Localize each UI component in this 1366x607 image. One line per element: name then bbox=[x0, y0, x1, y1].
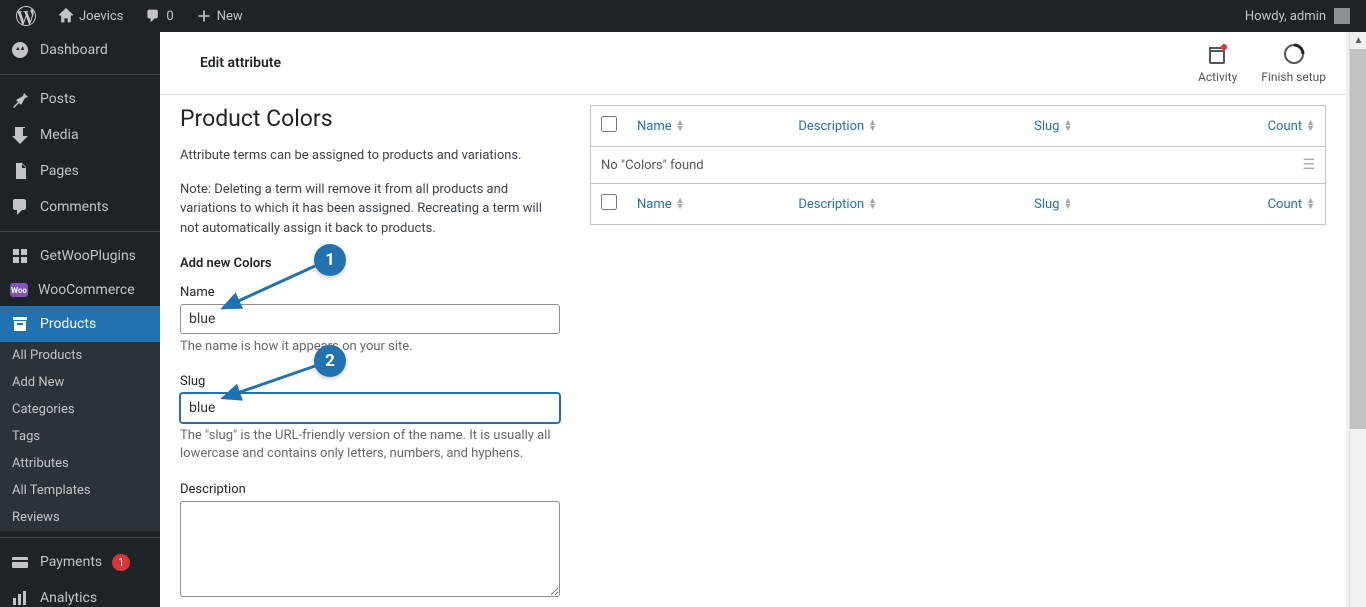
admin-bar: Joevics 0 New Howdy, admin bbox=[0, 0, 1366, 32]
site-name: Joevics bbox=[79, 9, 123, 24]
slug-help: The "slug" is the URL-friendly version o… bbox=[180, 427, 560, 463]
grid-icon bbox=[10, 246, 30, 266]
sidebar-item-analytics[interactable]: Analytics bbox=[0, 580, 160, 607]
admin-bar-account[interactable]: Howdy, admin bbox=[1245, 8, 1358, 24]
sidebar-item-woocommerce[interactable]: Woo WooCommerce bbox=[0, 274, 160, 306]
archive-icon bbox=[10, 314, 30, 334]
new-link[interactable]: New bbox=[188, 0, 251, 32]
main-content: Edit attribute Activity Finish setup Pro… bbox=[160, 32, 1346, 607]
new-label: New bbox=[217, 9, 243, 24]
products-submenu: All Products Add New Categories Tags Att… bbox=[0, 342, 160, 531]
add-new-title: Add new Colors bbox=[180, 256, 560, 271]
sidebar-label: WooCommerce bbox=[38, 282, 135, 298]
name-input[interactable] bbox=[180, 304, 560, 334]
callout-2: 2 bbox=[314, 345, 346, 377]
sidebar-label: Dashboard bbox=[40, 42, 108, 58]
site-link[interactable]: Joevics bbox=[50, 0, 131, 32]
select-all-top[interactable] bbox=[601, 116, 617, 132]
dashboard-icon bbox=[10, 40, 30, 60]
sub-add-new[interactable]: Add New bbox=[0, 369, 160, 396]
sidebar-label: Posts bbox=[40, 91, 76, 107]
chart-icon bbox=[10, 588, 30, 607]
scrollbar[interactable]: ▲ bbox=[1349, 32, 1366, 607]
wordpress-logo[interactable] bbox=[8, 0, 44, 32]
activity-button[interactable]: Activity bbox=[1198, 42, 1237, 84]
sidebar-label: Comments bbox=[40, 199, 109, 215]
media-icon bbox=[10, 125, 30, 145]
select-all-bottom[interactable] bbox=[601, 194, 617, 210]
sub-tags[interactable]: Tags bbox=[0, 423, 160, 450]
sub-all-templates[interactable]: All Templates bbox=[0, 477, 160, 504]
sub-categories[interactable]: Categories bbox=[0, 396, 160, 423]
avatar bbox=[1334, 8, 1350, 24]
scroll-up-icon[interactable]: ▲ bbox=[1350, 32, 1366, 49]
edit-attribute-title: Edit attribute bbox=[180, 55, 281, 71]
sidebar-label: Pages bbox=[40, 163, 79, 179]
home-icon bbox=[58, 8, 74, 24]
name-help: The name is how it appears on your site. bbox=[180, 338, 560, 356]
sidebar-item-dashboard[interactable]: Dashboard bbox=[0, 32, 160, 68]
sidebar-label: Media bbox=[40, 127, 79, 143]
progress-icon bbox=[1282, 42, 1306, 66]
sidebar-label: Products bbox=[40, 316, 96, 332]
comments-count: 0 bbox=[166, 9, 173, 24]
page-header: Edit attribute Activity Finish setup bbox=[160, 32, 1346, 95]
sidebar-item-media[interactable]: Media bbox=[0, 117, 160, 153]
sidebar-item-getwooplugins[interactable]: GetWooPlugins bbox=[0, 238, 160, 274]
sidebar-label: Analytics bbox=[40, 590, 97, 606]
sub-reviews[interactable]: Reviews bbox=[0, 504, 160, 531]
payments-badge: 1 bbox=[112, 554, 130, 571]
sub-all-products[interactable]: All Products bbox=[0, 342, 160, 369]
scroll-thumb[interactable] bbox=[1350, 49, 1366, 429]
page-title: Product Colors bbox=[180, 105, 560, 132]
col-description[interactable]: Description▲▼ bbox=[788, 106, 1024, 147]
col-count-foot[interactable]: Count▲▼ bbox=[1163, 184, 1325, 225]
callout-1: 1 bbox=[314, 244, 346, 276]
sidebar-label: GetWooPlugins bbox=[40, 248, 136, 264]
sidebar-label: Payments bbox=[40, 554, 102, 570]
note-text: Note: Deleting a term will remove it fro… bbox=[180, 180, 560, 239]
pin-icon bbox=[10, 89, 30, 109]
admin-sidebar: Dashboard Posts Media Pages Comments Get… bbox=[0, 32, 160, 607]
comment-icon bbox=[145, 8, 161, 24]
col-description-foot[interactable]: Description▲▼ bbox=[788, 184, 1024, 225]
subtitle-text: Attribute terms can be assigned to produ… bbox=[180, 146, 560, 166]
terms-table: Name▲▼ Description▲▼ Slug▲▼ Count▲▼ No "… bbox=[590, 105, 1326, 225]
slug-label: Slug bbox=[180, 374, 560, 389]
howdy-text: Howdy, admin bbox=[1245, 9, 1326, 24]
card-icon bbox=[10, 552, 30, 572]
comments-link[interactable]: 0 bbox=[137, 0, 181, 32]
col-slug-foot[interactable]: Slug▲▼ bbox=[1024, 184, 1163, 225]
description-textarea[interactable] bbox=[180, 501, 560, 597]
woo-icon: Woo bbox=[10, 283, 28, 297]
sidebar-item-comments[interactable]: Comments bbox=[0, 189, 160, 225]
hamburger-icon[interactable]: ☰ bbox=[1302, 157, 1315, 173]
sidebar-item-payments[interactable]: Payments 1 bbox=[0, 544, 160, 580]
sidebar-item-posts[interactable]: Posts bbox=[0, 81, 160, 117]
col-count[interactable]: Count▲▼ bbox=[1163, 106, 1325, 147]
empty-message: No "Colors" found bbox=[591, 147, 1164, 184]
name-label: Name bbox=[180, 285, 560, 300]
comment-icon bbox=[10, 197, 30, 217]
col-slug[interactable]: Slug▲▼ bbox=[1024, 106, 1163, 147]
col-name[interactable]: Name▲▼ bbox=[627, 106, 788, 147]
activity-icon bbox=[1206, 42, 1230, 66]
finish-setup-button[interactable]: Finish setup bbox=[1261, 42, 1326, 84]
page-icon bbox=[10, 161, 30, 181]
slug-input[interactable] bbox=[180, 393, 560, 423]
plus-icon bbox=[196, 8, 212, 24]
sidebar-item-pages[interactable]: Pages bbox=[0, 153, 160, 189]
col-name-foot[interactable]: Name▲▼ bbox=[627, 184, 788, 225]
sub-attributes[interactable]: Attributes bbox=[0, 450, 160, 477]
sidebar-item-products[interactable]: Products bbox=[0, 306, 160, 342]
description-label: Description bbox=[180, 482, 560, 497]
